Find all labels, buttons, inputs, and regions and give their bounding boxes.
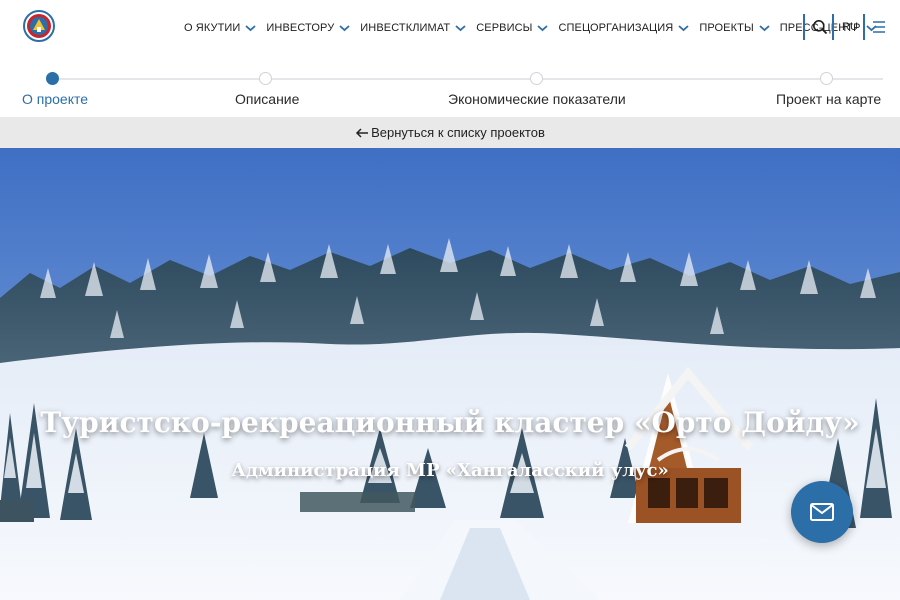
nav-label: ИНВЕСТКЛИМАТ — [360, 22, 451, 34]
step-description[interactable]: Описание — [235, 91, 299, 107]
menu-icon[interactable] — [872, 20, 886, 34]
back-to-projects-link[interactable]: Вернуться к списку проектов — [371, 125, 545, 140]
nav-label: СПЕЦОРГАНИЗАЦИЯ — [558, 22, 674, 34]
chevron-down-icon — [537, 25, 549, 32]
chevron-down-icon — [678, 25, 689, 32]
site-header: О ЯКУТИИ ИНВЕСТОРУ ИНВЕСТКЛИМАТ СЕРВИСЫ … — [0, 0, 900, 56]
winter-forest-photo — [0, 148, 900, 600]
main-navigation: О ЯКУТИИ ИНВЕСТОРУ ИНВЕСТКЛИМАТ СЕРВИСЫ … — [184, 0, 887, 56]
chevron-down-icon — [339, 25, 350, 32]
chevron-down-icon — [245, 25, 257, 32]
nav-services[interactable]: СЕРВИСЫ — [476, 22, 549, 34]
step-map[interactable]: Проект на карте — [776, 91, 881, 107]
project-title: Туристско-рекреационный кластер «Орто До… — [40, 406, 860, 439]
step-about[interactable]: О проекте — [22, 91, 88, 107]
step-dot-about[interactable] — [46, 72, 59, 85]
project-steps: О проекте Описание Экономические показат… — [0, 66, 900, 116]
project-subtitle: Администрация МР «Хангаласский улус» — [231, 460, 669, 481]
step-dot-description[interactable] — [259, 72, 272, 85]
contact-mail-button[interactable] — [791, 481, 853, 543]
step-economics[interactable]: Экономические показатели — [448, 91, 626, 107]
nav-label: О ЯКУТИИ — [184, 22, 241, 34]
arrow-left-icon[interactable] — [355, 127, 369, 138]
nav-label: ИНВЕСТОРУ — [266, 22, 335, 34]
back-bar: Вернуться к списку проектов — [0, 117, 900, 148]
nav-label: СЕРВИСЫ — [476, 22, 533, 34]
nav-press-center[interactable]: ПРЕСС-ЦЕНТР — [780, 22, 877, 34]
nav-investor[interactable]: ИНВЕСТОРУ — [266, 22, 350, 34]
chevron-down-icon — [759, 25, 770, 32]
nav-about-yakutia[interactable]: О ЯКУТИИ — [184, 22, 257, 34]
header-divider — [803, 14, 805, 40]
coat-of-arms-logo[interactable] — [23, 10, 55, 42]
header-divider — [863, 14, 865, 40]
hero-banner: Туристско-рекреационный кластер «Орто До… — [0, 148, 900, 600]
nav-label: ПРОЕКТЫ — [699, 22, 754, 34]
steps-track — [53, 78, 883, 80]
search-icon[interactable] — [812, 19, 828, 35]
header-divider — [832, 14, 834, 40]
nav-investclimate[interactable]: ИНВЕСТКЛИМАТ — [360, 22, 466, 34]
language-switcher[interactable]: RU — [842, 21, 858, 33]
step-dot-map[interactable] — [820, 72, 833, 85]
chevron-down-icon — [455, 25, 466, 32]
step-dot-economics[interactable] — [530, 72, 543, 85]
mail-icon — [810, 503, 834, 521]
nav-special-organization[interactable]: СПЕЦОРГАНИЗАЦИЯ — [558, 22, 689, 34]
nav-projects[interactable]: ПРОЕКТЫ — [699, 22, 770, 34]
